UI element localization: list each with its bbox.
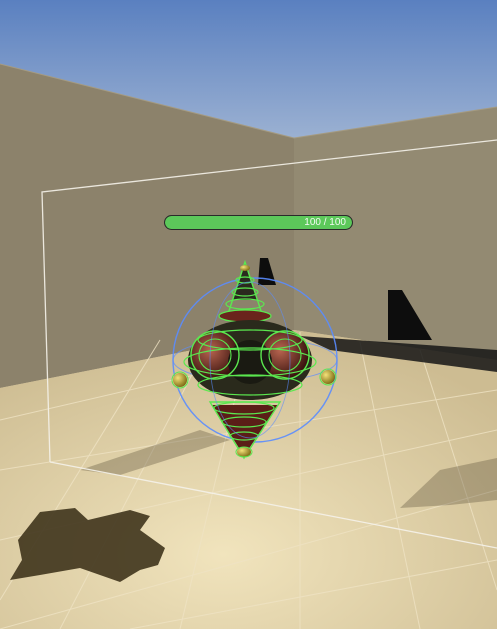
health-bar: 100 / 100 xyxy=(164,215,353,230)
game-viewport[interactable]: 100 / 100 xyxy=(0,0,497,629)
scene-render xyxy=(0,0,497,629)
health-text: 100 / 100 xyxy=(304,217,346,228)
